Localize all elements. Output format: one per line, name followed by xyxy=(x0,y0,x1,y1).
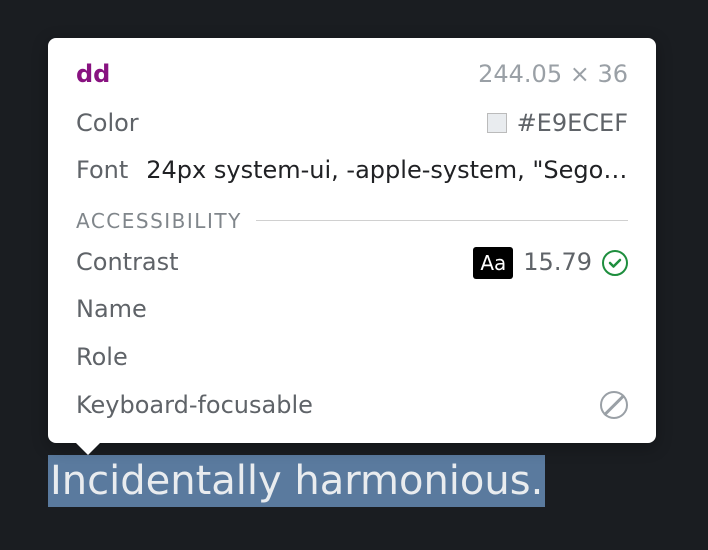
keyboard-focusable-label: Keyboard-focusable xyxy=(76,389,313,423)
element-dimensions: 244.05 × 36 xyxy=(478,58,628,92)
tooltip-header: dd 244.05 × 36 xyxy=(48,56,656,100)
accessibility-section-header: ACCESSIBILITY xyxy=(48,195,656,239)
accessibility-title: ACCESSIBILITY xyxy=(76,209,242,233)
name-label: Name xyxy=(76,293,147,327)
keyboard-focusable-row: Keyboard-focusable xyxy=(48,382,656,430)
not-allowed-icon xyxy=(600,391,628,419)
contrast-value: 15.79 xyxy=(523,246,592,280)
font-value: 24px system-ui, -apple-system, "Segoe… xyxy=(146,154,628,188)
element-inspector-tooltip: dd 244.05 × 36 Color #E9ECEF Font 24px s… xyxy=(48,38,656,443)
color-value: #E9ECEF xyxy=(517,107,628,141)
highlighted-element: Incidentally harmonious. xyxy=(48,455,545,507)
contrast-row: Contrast Aa 15.79 xyxy=(48,239,656,287)
name-row: Name xyxy=(48,286,656,334)
section-divider xyxy=(256,220,628,221)
element-tag-name: dd xyxy=(76,58,110,92)
color-row: Color #E9ECEF xyxy=(48,100,656,148)
color-label: Color xyxy=(76,107,139,141)
color-swatch xyxy=(487,113,507,133)
role-label: Role xyxy=(76,341,128,375)
role-row: Role xyxy=(48,334,656,382)
check-icon xyxy=(602,250,628,276)
font-label: Font xyxy=(76,154,128,188)
font-row: Font 24px system-ui, -apple-system, "Seg… xyxy=(48,147,656,195)
contrast-label: Contrast xyxy=(76,246,179,280)
contrast-badge: Aa xyxy=(473,247,513,279)
